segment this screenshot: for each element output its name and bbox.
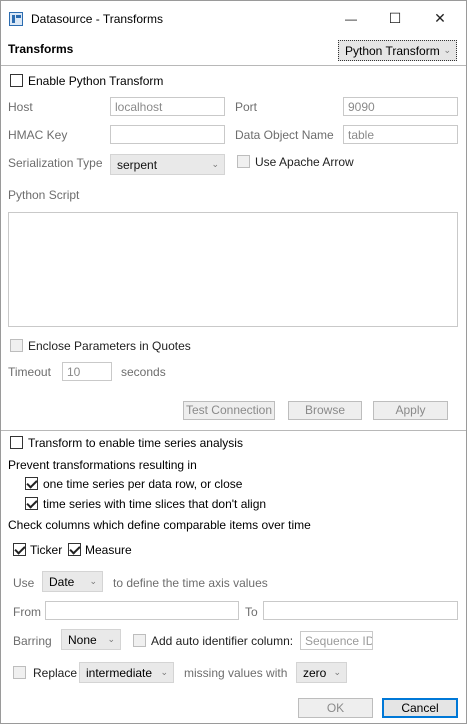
missing-value-value: zero [303, 666, 327, 680]
ok-button[interactable]: OK [298, 698, 373, 718]
from-label: From [13, 605, 41, 619]
hmac-key-input[interactable] [110, 125, 225, 144]
data-object-name-input[interactable]: table [343, 125, 458, 144]
measure-label: Measure [85, 543, 132, 557]
window-title: Datasource - Transforms [31, 12, 164, 26]
ticker-label: Ticker [30, 543, 63, 557]
minimize-icon: — [345, 11, 357, 26]
timeout-label: Timeout [8, 365, 51, 379]
header-divider [1, 65, 466, 66]
one-series-per-row-checkbox[interactable] [25, 477, 38, 490]
enclose-parameters-label: Enclose Parameters in Quotes [28, 339, 191, 353]
auto-identifier-label: Add auto identifier column: [151, 634, 294, 648]
minimize-button[interactable]: — [328, 1, 374, 36]
enable-python-label: Enable Python Transform [28, 74, 164, 88]
barring-select[interactable]: None ⌄ [61, 629, 121, 650]
host-input[interactable]: localhost [110, 97, 225, 116]
auto-identifier-checkbox[interactable] [133, 634, 146, 647]
maximize-button[interactable]: ☐ [372, 1, 418, 36]
use-label: Use [13, 576, 35, 590]
ticker-checkbox[interactable] [13, 543, 26, 556]
chevron-down-icon: ⌄ [107, 634, 115, 644]
serialization-type-label: Serialization Type [8, 156, 103, 170]
missing-value-select[interactable]: zero ⌄ [296, 662, 347, 683]
apply-button[interactable]: Apply [373, 401, 448, 420]
datasource-app-icon [9, 12, 23, 26]
time-axis-value: Date [49, 575, 75, 589]
section-divider [1, 430, 466, 431]
transform-type-select[interactable]: Python Transform ⌄ [338, 40, 457, 61]
enable-python-checkbox[interactable] [10, 74, 23, 87]
enable-timeseries-checkbox[interactable] [10, 436, 23, 449]
maximize-icon: ☐ [388, 10, 402, 26]
serialization-type-value: serpent [117, 158, 158, 172]
transform-type-value: Python Transform [345, 44, 440, 58]
prevent-transformations-label: Prevent transformations resulting in [8, 458, 197, 472]
barring-label: Barring [13, 634, 52, 648]
python-script-textarea[interactable] [8, 212, 458, 327]
apache-arrow-label: Use Apache Arrow [255, 155, 354, 169]
chevron-down-icon: ⌄ [333, 667, 341, 677]
enable-timeseries-label: Transform to enable time series analysis [28, 436, 243, 450]
port-input[interactable]: 9090 [343, 97, 458, 116]
test-connection-button[interactable]: Test Connection [183, 401, 275, 420]
browse-button[interactable]: Browse [288, 401, 362, 420]
chevron-down-icon: ⌄ [211, 159, 219, 169]
serialization-type-select[interactable]: serpent ⌄ [110, 154, 225, 175]
host-label: Host [8, 100, 33, 114]
missing-values-label: missing values with [184, 666, 288, 680]
transforms-dialog: Datasource - Transforms — ☐ ✕ Transforms… [0, 0, 467, 724]
cancel-button[interactable]: Cancel [382, 698, 458, 718]
timeout-input[interactable]: 10 [62, 362, 112, 381]
to-input[interactable] [263, 601, 458, 620]
check-columns-label: Check columns which define comparable it… [8, 518, 311, 532]
from-input[interactable] [45, 601, 239, 620]
data-object-name-label: Data Object Name [235, 128, 334, 142]
close-button[interactable]: ✕ [417, 1, 463, 36]
apache-arrow-checkbox[interactable] [237, 155, 250, 168]
timeout-unit-label: seconds [121, 365, 166, 379]
slices-not-align-label: time series with time slices that don't … [43, 497, 267, 511]
hmac-key-label: HMAC Key [8, 128, 68, 142]
close-icon: ✕ [434, 10, 446, 26]
chevron-down-icon: ⌄ [443, 45, 451, 55]
replace-mode-select[interactable]: intermediate ⌄ [79, 662, 174, 683]
chevron-down-icon: ⌄ [89, 576, 97, 586]
chevron-down-icon: ⌄ [160, 667, 168, 677]
one-series-per-row-label: one time series per data row, or close [43, 477, 243, 491]
python-script-label: Python Script [8, 188, 80, 202]
slices-not-align-checkbox[interactable] [25, 497, 38, 510]
replace-mode-value: intermediate [86, 666, 153, 680]
barring-value: None [68, 633, 97, 647]
enclose-parameters-checkbox[interactable] [10, 339, 23, 352]
title-bar: Datasource - Transforms — ☐ ✕ [1, 1, 466, 36]
page-title: Transforms [8, 42, 74, 56]
replace-checkbox[interactable] [13, 666, 26, 679]
port-label: Port [235, 100, 258, 114]
time-axis-select[interactable]: Date ⌄ [42, 571, 103, 592]
replace-label: Replace [33, 666, 78, 680]
auto-identifier-input[interactable]: Sequence ID [300, 631, 373, 650]
measure-checkbox[interactable] [68, 543, 81, 556]
time-axis-label: to define the time axis values [113, 576, 268, 590]
to-label: To [245, 605, 258, 619]
